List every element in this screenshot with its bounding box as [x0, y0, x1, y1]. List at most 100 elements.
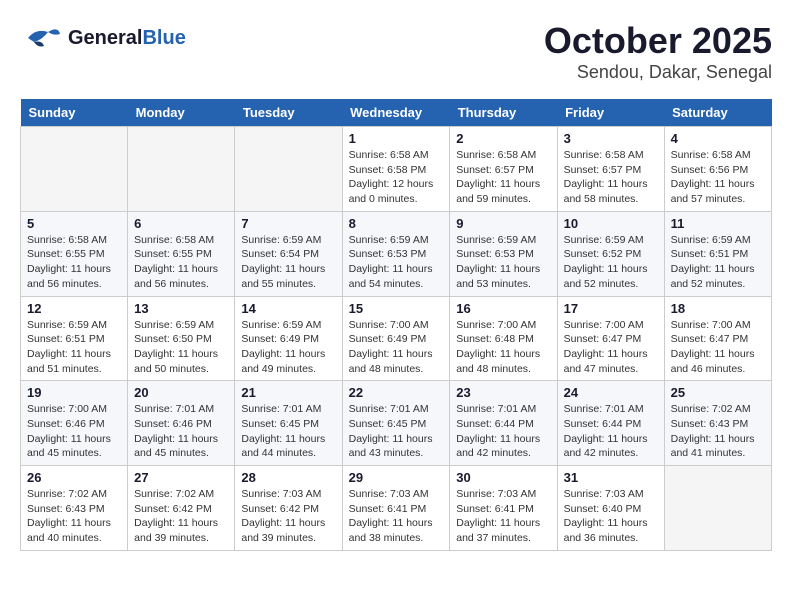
day-info: Sunrise: 7:03 AM Sunset: 6:42 PM Dayligh… [241, 487, 335, 546]
page-subtitle: Sendou, Dakar, Senegal [544, 62, 772, 83]
day-number: 22 [349, 385, 444, 400]
day-info: Sunrise: 7:00 AM Sunset: 6:47 PM Dayligh… [564, 318, 658, 377]
weekday-header-row: SundayMondayTuesdayWednesdayThursdayFrid… [21, 99, 772, 127]
day-info: Sunrise: 6:59 AM Sunset: 6:51 PM Dayligh… [27, 318, 121, 377]
calendar-week-row: 1 Sunrise: 6:58 AM Sunset: 6:58 PM Daylig… [21, 127, 772, 212]
day-number: 18 [671, 301, 765, 316]
calendar-cell: 12 Sunrise: 6:59 AM Sunset: 6:51 PM Dayli… [21, 296, 128, 381]
day-info: Sunrise: 6:58 AM Sunset: 6:58 PM Dayligh… [349, 148, 444, 207]
calendar-table: SundayMondayTuesdayWednesdayThursdayFrid… [20, 99, 772, 551]
day-number: 20 [134, 385, 228, 400]
calendar-cell: 18 Sunrise: 7:00 AM Sunset: 6:47 PM Dayli… [664, 296, 771, 381]
day-info: Sunrise: 6:59 AM Sunset: 6:51 PM Dayligh… [671, 233, 765, 292]
day-info: Sunrise: 6:58 AM Sunset: 6:56 PM Dayligh… [671, 148, 765, 207]
calendar-cell: 14 Sunrise: 6:59 AM Sunset: 6:49 PM Dayli… [235, 296, 342, 381]
day-info: Sunrise: 6:59 AM Sunset: 6:49 PM Dayligh… [241, 318, 335, 377]
calendar-week-row: 26 Sunrise: 7:02 AM Sunset: 6:43 PM Dayli… [21, 466, 772, 551]
day-info: Sunrise: 7:03 AM Sunset: 6:41 PM Dayligh… [456, 487, 550, 546]
calendar-week-row: 5 Sunrise: 6:58 AM Sunset: 6:55 PM Daylig… [21, 211, 772, 296]
day-number: 26 [27, 470, 121, 485]
day-info: Sunrise: 6:58 AM Sunset: 6:57 PM Dayligh… [456, 148, 550, 207]
day-number: 1 [349, 131, 444, 146]
day-info: Sunrise: 7:00 AM Sunset: 6:46 PM Dayligh… [27, 402, 121, 461]
calendar-cell: 24Sunrise: 7:01 AM Sunset: 6:44 PM Dayli… [557, 381, 664, 466]
calendar-cell: 26 Sunrise: 7:02 AM Sunset: 6:43 PM Dayli… [21, 466, 128, 551]
day-number: 29 [349, 470, 444, 485]
calendar-cell: 1 Sunrise: 6:58 AM Sunset: 6:58 PM Daylig… [342, 127, 450, 212]
day-info: Sunrise: 6:59 AM Sunset: 6:53 PM Dayligh… [349, 233, 444, 292]
calendar-cell: 9Sunrise: 6:59 AM Sunset: 6:53 PM Daylig… [450, 211, 557, 296]
day-info: Sunrise: 6:58 AM Sunset: 6:57 PM Dayligh… [564, 148, 658, 207]
calendar-cell [664, 466, 771, 551]
weekday-header: Friday [557, 99, 664, 127]
calendar-cell: 2 Sunrise: 6:58 AM Sunset: 6:57 PM Daylig… [450, 127, 557, 212]
weekday-header: Sunday [21, 99, 128, 127]
calendar-cell: 13 Sunrise: 6:59 AM Sunset: 6:50 PM Dayli… [128, 296, 235, 381]
day-info: Sunrise: 7:03 AM Sunset: 6:40 PM Dayligh… [564, 487, 658, 546]
day-number: 16 [456, 301, 550, 316]
day-info: Sunrise: 6:58 AM Sunset: 6:55 PM Dayligh… [27, 233, 121, 292]
calendar-cell: 10 Sunrise: 6:59 AM Sunset: 6:52 PM Dayli… [557, 211, 664, 296]
weekday-header: Tuesday [235, 99, 342, 127]
calendar-cell: 11Sunrise: 6:59 AM Sunset: 6:51 PM Dayli… [664, 211, 771, 296]
day-number: 6 [134, 216, 228, 231]
day-info: Sunrise: 7:00 AM Sunset: 6:47 PM Dayligh… [671, 318, 765, 377]
day-number: 9 [456, 216, 550, 231]
day-number: 12 [27, 301, 121, 316]
day-info: Sunrise: 6:58 AM Sunset: 6:55 PM Dayligh… [134, 233, 228, 292]
logo-icon [20, 20, 64, 56]
calendar-cell: 22 Sunrise: 7:01 AM Sunset: 6:45 PM Dayli… [342, 381, 450, 466]
day-info: Sunrise: 7:01 AM Sunset: 6:45 PM Dayligh… [241, 402, 335, 461]
calendar-cell: 4 Sunrise: 6:58 AM Sunset: 6:56 PM Daylig… [664, 127, 771, 212]
day-number: 4 [671, 131, 765, 146]
day-number: 15 [349, 301, 444, 316]
weekday-header: Wednesday [342, 99, 450, 127]
day-info: Sunrise: 6:59 AM Sunset: 6:54 PM Dayligh… [241, 233, 335, 292]
day-info: Sunrise: 7:01 AM Sunset: 6:46 PM Dayligh… [134, 402, 228, 461]
weekday-header: Saturday [664, 99, 771, 127]
day-info: Sunrise: 7:03 AM Sunset: 6:41 PM Dayligh… [349, 487, 444, 546]
day-number: 23 [456, 385, 550, 400]
calendar-cell: 20 Sunrise: 7:01 AM Sunset: 6:46 PM Dayli… [128, 381, 235, 466]
day-number: 21 [241, 385, 335, 400]
day-info: Sunrise: 6:59 AM Sunset: 6:52 PM Dayligh… [564, 233, 658, 292]
title-block: October 2025 Sendou, Dakar, Senegal [544, 20, 772, 83]
day-info: Sunrise: 7:01 AM Sunset: 6:44 PM Dayligh… [456, 402, 550, 461]
calendar-cell: 25 Sunrise: 7:02 AM Sunset: 6:43 PM Dayli… [664, 381, 771, 466]
day-number: 8 [349, 216, 444, 231]
day-number: 25 [671, 385, 765, 400]
calendar-cell: 30 Sunrise: 7:03 AM Sunset: 6:41 PM Dayli… [450, 466, 557, 551]
calendar-cell: 7 Sunrise: 6:59 AM Sunset: 6:54 PM Daylig… [235, 211, 342, 296]
day-info: Sunrise: 7:01 AM Sunset: 6:45 PM Dayligh… [349, 402, 444, 461]
day-info: Sunrise: 6:59 AM Sunset: 6:50 PM Dayligh… [134, 318, 228, 377]
day-info: Sunrise: 7:02 AM Sunset: 6:43 PM Dayligh… [27, 487, 121, 546]
calendar-cell: 6 Sunrise: 6:58 AM Sunset: 6:55 PM Daylig… [128, 211, 235, 296]
calendar-cell: 16 Sunrise: 7:00 AM Sunset: 6:48 PM Dayli… [450, 296, 557, 381]
calendar-cell: 8 Sunrise: 6:59 AM Sunset: 6:53 PM Daylig… [342, 211, 450, 296]
day-number: 3 [564, 131, 658, 146]
day-info: Sunrise: 7:00 AM Sunset: 6:49 PM Dayligh… [349, 318, 444, 377]
calendar-week-row: 19 Sunrise: 7:00 AM Sunset: 6:46 PM Dayli… [21, 381, 772, 466]
day-number: 24 [564, 385, 658, 400]
day-info: Sunrise: 7:00 AM Sunset: 6:48 PM Dayligh… [456, 318, 550, 377]
calendar-cell [21, 127, 128, 212]
page-header: GeneralBlue October 2025 Sendou, Dakar, … [20, 20, 772, 83]
day-number: 14 [241, 301, 335, 316]
day-number: 30 [456, 470, 550, 485]
calendar-cell: 23 Sunrise: 7:01 AM Sunset: 6:44 PM Dayli… [450, 381, 557, 466]
day-number: 19 [27, 385, 121, 400]
page-title: October 2025 [544, 20, 772, 62]
calendar-cell: 28Sunrise: 7:03 AM Sunset: 6:42 PM Dayli… [235, 466, 342, 551]
day-number: 10 [564, 216, 658, 231]
day-number: 7 [241, 216, 335, 231]
calendar-week-row: 12 Sunrise: 6:59 AM Sunset: 6:51 PM Dayli… [21, 296, 772, 381]
day-number: 2 [456, 131, 550, 146]
calendar-cell: 3 Sunrise: 6:58 AM Sunset: 6:57 PM Daylig… [557, 127, 664, 212]
calendar-cell: 27Sunrise: 7:02 AM Sunset: 6:42 PM Dayli… [128, 466, 235, 551]
day-number: 31 [564, 470, 658, 485]
day-info: Sunrise: 7:02 AM Sunset: 6:42 PM Dayligh… [134, 487, 228, 546]
day-number: 5 [27, 216, 121, 231]
day-info: Sunrise: 7:02 AM Sunset: 6:43 PM Dayligh… [671, 402, 765, 461]
day-number: 13 [134, 301, 228, 316]
calendar-cell: 19 Sunrise: 7:00 AM Sunset: 6:46 PM Dayli… [21, 381, 128, 466]
